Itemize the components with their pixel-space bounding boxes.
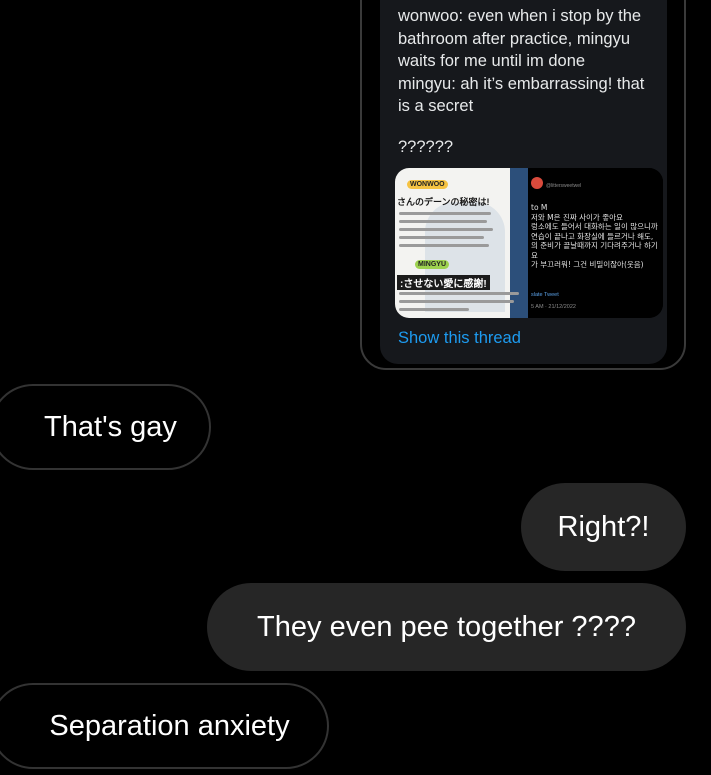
magazine-text-line — [399, 300, 514, 303]
translate-tweet-link: slate Tweet — [531, 292, 559, 298]
translation-timestamp: 5 AM · 21/12/2022 — [531, 304, 576, 310]
magazine-text-line — [399, 228, 493, 231]
magazine-text-line — [399, 236, 484, 239]
message-sent[interactable]: Right?! — [521, 483, 686, 571]
magazine-text-line — [399, 244, 489, 247]
tweet-media[interactable]: WONWOO さんのデーンの秘密は! MINGYU :させない愛に感謝! @li… — [395, 168, 663, 318]
magazine-text-line — [399, 220, 487, 223]
message-text: Separation anxiety — [49, 709, 290, 742]
magazine-photo-shirt — [425, 202, 505, 312]
translation-handle: @littersweetwel — [546, 183, 582, 189]
tag-wonwoo: WONWOO — [407, 180, 448, 189]
media-image-magazine: WONWOO さんのデーンの秘密は! MINGYU :させない愛に感謝! — [395, 168, 528, 318]
message-text: That's gay — [44, 410, 177, 443]
media-image-translation: @littersweetwel to M 저와 M은 진짜 사이가 좋아요 렁소… — [528, 168, 663, 318]
tweet-text: wonwoo: even when i stop by the bathroom… — [398, 7, 645, 115]
magazine-photo-person — [510, 168, 528, 318]
show-thread-link[interactable]: Show this thread — [398, 329, 521, 348]
translation-text: to M 저와 M은 진짜 사이가 좋아요 렁소에도 들어서 대화하는 일이 많… — [531, 203, 658, 269]
magazine-text-line — [399, 212, 491, 215]
magazine-headline-2: :させない愛に感謝! — [397, 275, 490, 290]
message-sent[interactable]: They even pee together ???? — [207, 583, 686, 671]
tag-mingyu: MINGYU — [415, 260, 449, 269]
tweet-question-marks: ?????? — [398, 138, 454, 156]
magazine-text-line — [399, 308, 469, 311]
message-text: Right?! — [557, 510, 650, 543]
magazine-text-line — [399, 292, 519, 295]
message-text: They even pee together ???? — [257, 610, 636, 643]
magazine-headline-1: さんのデーンの秘密は! — [397, 197, 490, 207]
avatar — [531, 177, 543, 189]
message-received[interactable]: That's gay — [0, 384, 211, 470]
message-received[interactable]: Separation anxiety — [0, 683, 329, 769]
